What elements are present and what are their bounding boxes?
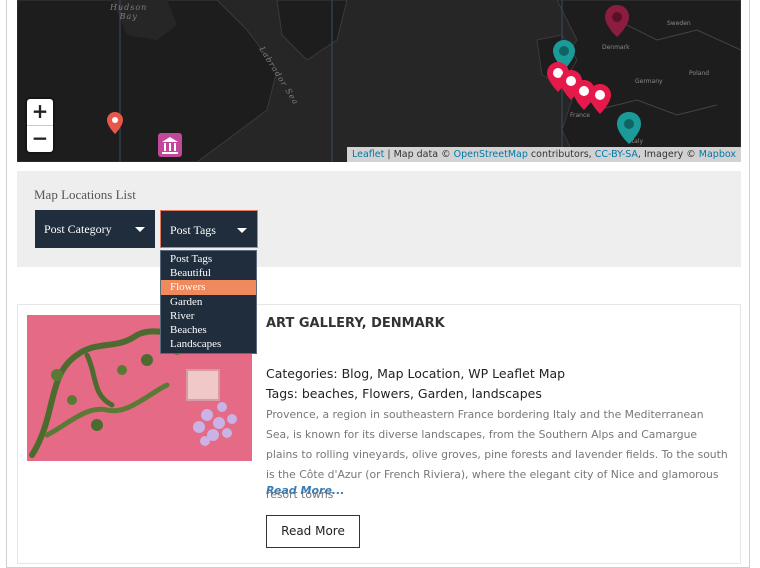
zoom-in-button[interactable]: + [27, 99, 53, 125]
map-city-france: France [570, 112, 590, 119]
attribution-text-1: | Map data © [384, 149, 454, 160]
map-city-sweden: Sweden [667, 20, 691, 27]
map-pin-museum[interactable] [158, 133, 182, 161]
post-tags-dropdown: Post Tags Beautiful Flowers Garden River… [160, 250, 257, 355]
dropdown-option-beaches[interactable]: Beaches [161, 323, 256, 337]
attribution-text-2: contributors, [527, 149, 595, 160]
categories-label: Categories: [266, 366, 342, 381]
post-category-select[interactable]: Post Category [35, 210, 155, 248]
post-tags: Tags: beaches, Flowers, Garden, landscap… [266, 386, 542, 401]
chevron-down-icon [237, 228, 247, 233]
map-city-germany: Germany [635, 78, 663, 85]
map[interactable]: Hudson Bay Labrador Sea Denmark Sweden F… [17, 0, 741, 162]
post-card: ART GALLERY, DENMARK Categories: Blog, M… [17, 304, 741, 564]
post-title[interactable]: ART GALLERY, DENMARK [266, 316, 445, 331]
tags-label: Tags: [266, 386, 302, 401]
dropdown-option-river[interactable]: River [161, 309, 256, 323]
dropdown-option-beautiful[interactable]: Beautiful [161, 266, 256, 280]
map-city-denmark: Denmark [602, 44, 630, 51]
post-tags-select[interactable]: Post Tags [160, 210, 258, 248]
panel-title: Map Locations List [34, 187, 136, 202]
zoom-out-button[interactable]: − [27, 125, 53, 152]
post-categories: Categories: Blog, Map Location, WP Leafl… [266, 366, 565, 381]
map-city-poland: Poland [689, 70, 710, 77]
leaflet-link[interactable]: Leaflet [352, 149, 384, 160]
dropdown-option-post-tags[interactable]: Post Tags [161, 252, 256, 266]
post-category-value: Post Category [44, 222, 112, 236]
zoom-control: + − [27, 99, 53, 152]
post-tags-value: Post Tags [170, 223, 216, 237]
dropdown-option-landscapes[interactable]: Landscapes [161, 337, 256, 351]
license-link[interactable]: CC-BY-SA [595, 149, 638, 160]
mapbox-link[interactable]: Mapbox [699, 149, 736, 160]
attribution-text-3: , Imagery © [637, 149, 699, 160]
read-more-link[interactable]: Read More... [266, 484, 344, 497]
map-pin-red-4[interactable] [589, 84, 611, 114]
tags-value[interactable]: beaches, Flowers, Garden, landscapes [302, 386, 542, 401]
map-pin-red[interactable] [107, 112, 123, 134]
osm-link[interactable]: OpenStreetMap [454, 149, 528, 160]
map-label-hudson-bay: Hudson Bay [110, 3, 148, 21]
map-pin-maroon[interactable] [605, 5, 629, 37]
map-pin-teal-2[interactable] [617, 112, 641, 144]
dropdown-option-garden[interactable]: Garden [161, 295, 256, 309]
map-attribution: Leaflet | Map data © OpenStreetMap contr… [346, 147, 741, 162]
dropdown-option-flowers[interactable]: Flowers [161, 280, 256, 295]
read-more-button[interactable]: Read More [266, 515, 360, 548]
chevron-down-icon [135, 227, 145, 232]
map-locations-panel: Map Locations List Post Category Post Ta… [17, 171, 741, 267]
categories-value[interactable]: Blog, Map Location, WP Leaflet Map [342, 366, 566, 381]
